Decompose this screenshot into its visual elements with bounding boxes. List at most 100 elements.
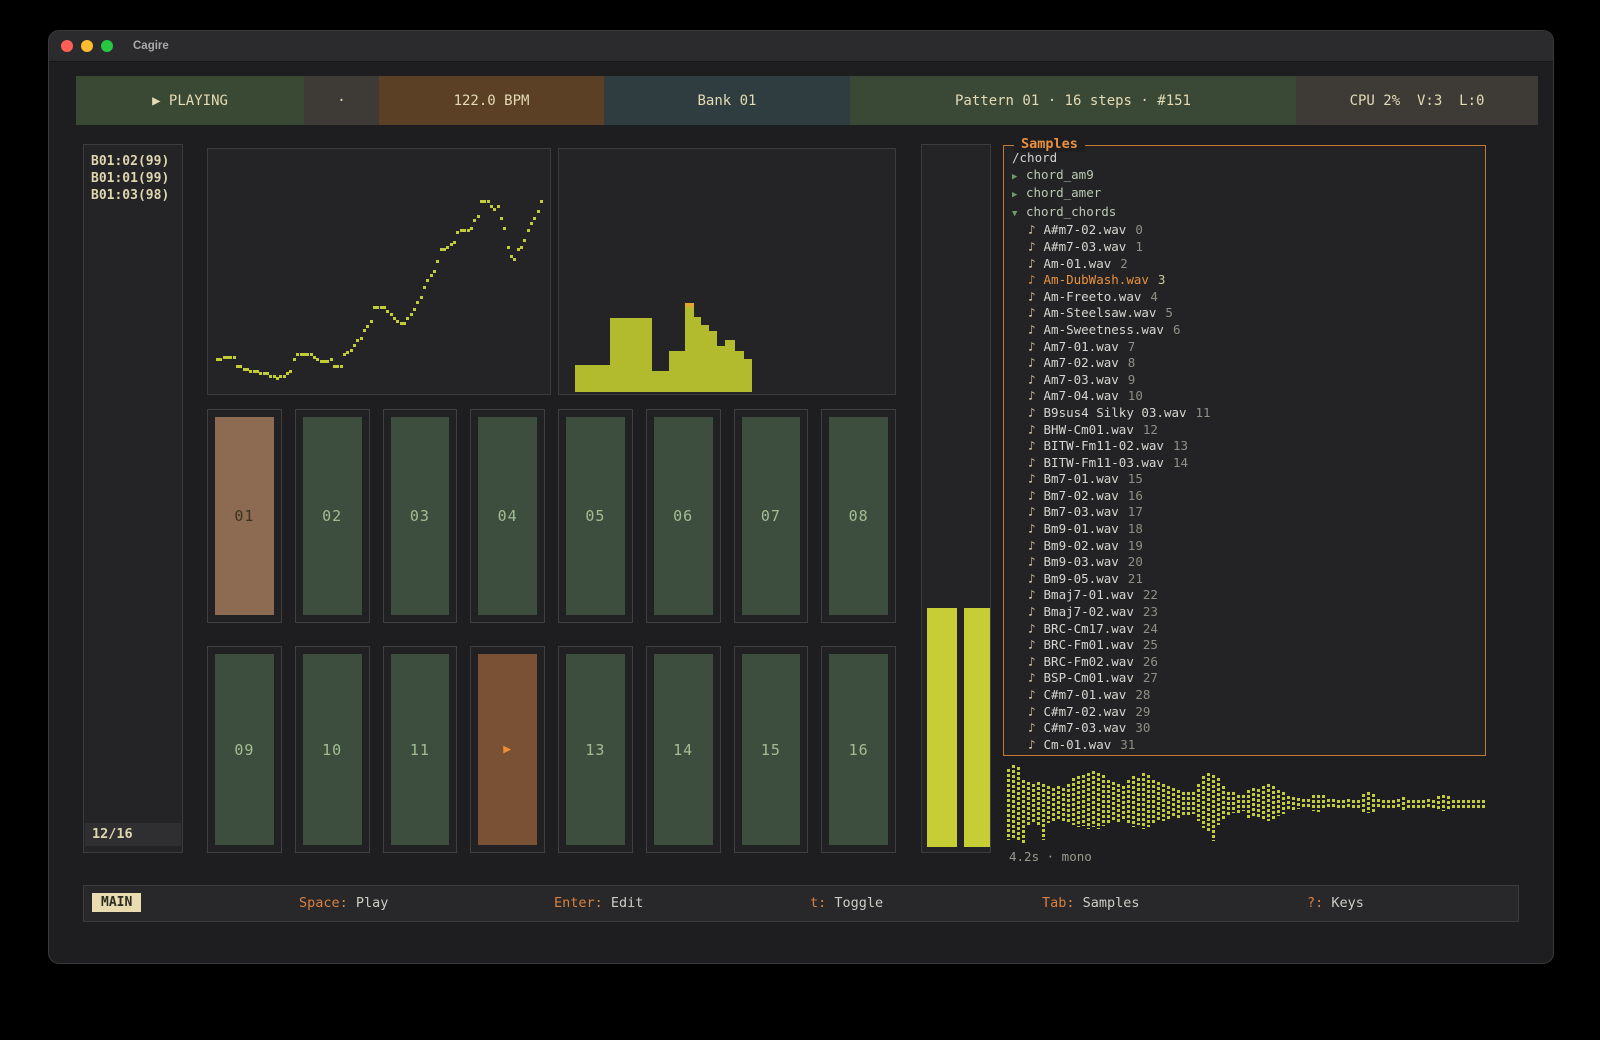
sample-file-row[interactable]: ♪Cm-01.wav31 <box>1004 737 1485 754</box>
pad-07[interactable]: 07 <box>734 409 809 623</box>
scatter-dot <box>430 274 433 277</box>
sample-file-row[interactable]: ♪BRC-Fm01.wav25 <box>1004 637 1485 654</box>
sample-file-row[interactable]: ♪BHW-Cm01.wav12 <box>1004 422 1485 439</box>
pad-10[interactable]: 10 <box>295 646 370 853</box>
histogram-bar <box>685 303 694 392</box>
samples-panel: Samples /chord ▶chord_am9▶chord_amer▼cho… <box>1003 145 1486 756</box>
sample-file-row[interactable]: ♪Bm7-03.wav17 <box>1004 504 1485 521</box>
waveform-column <box>1242 795 1245 811</box>
pad-11[interactable]: 11 <box>383 646 458 853</box>
music-note-icon: ♪ <box>1028 621 1036 636</box>
sample-file-row[interactable]: ♪Bm9-03.wav20 <box>1004 554 1485 571</box>
pad-14[interactable]: 14 <box>646 646 721 853</box>
pad-02[interactable]: 02 <box>295 409 370 623</box>
sample-file-row[interactable]: ♪Bm7-01.wav15 <box>1004 471 1485 488</box>
sample-folder-row[interactable]: ▼chord_chords <box>1004 204 1485 223</box>
sample-file-row[interactable]: ♪Am7-01.wav7 <box>1004 339 1485 356</box>
scatter-dot <box>487 200 490 203</box>
sample-file-row[interactable]: ♪Am-01.wav2 <box>1004 256 1485 273</box>
sample-file-row[interactable]: ♪Bmaj7-02.wav23 <box>1004 604 1485 621</box>
music-note-icon: ♪ <box>1028 289 1036 304</box>
zoom-button[interactable] <box>101 40 113 52</box>
chevron-down-icon: ▼ <box>1012 206 1026 223</box>
sample-file-row[interactable]: ♪A#m7-03.wav1 <box>1004 239 1485 256</box>
waveform-column <box>1422 800 1425 808</box>
pad-04[interactable]: 04 <box>470 409 545 623</box>
sample-file-row[interactable]: ♪Am-DubWash.wav3 <box>1004 272 1485 289</box>
waveform-column <box>1077 776 1080 827</box>
sample-file-row[interactable]: ♪BSP-Cm01.wav27 <box>1004 670 1485 687</box>
music-note-icon: ♪ <box>1028 504 1036 519</box>
waveform-column <box>1042 784 1045 840</box>
bpm-display[interactable]: 122.0 BPM <box>379 76 604 125</box>
sample-file-row[interactable]: ♪Bm9-05.wav21 <box>1004 571 1485 588</box>
sample-file-row[interactable]: ♪C#m7-03.wav30 <box>1004 720 1485 737</box>
sample-file-row[interactable]: ♪C#m7-02.wav29 <box>1004 704 1485 721</box>
close-button[interactable] <box>61 40 73 52</box>
pad-grid: 01 02030405060708 091011▶ 13 141516 <box>207 409 896 853</box>
scatter-dot <box>413 308 416 311</box>
histogram-bar <box>725 340 735 392</box>
sample-file-row[interactable]: ♪Bm7-02.wav16 <box>1004 488 1485 505</box>
shortcut-toggle: t: Toggle <box>810 895 883 911</box>
sample-file-row[interactable]: ♪Am-Steelsaw.wav5 <box>1004 305 1485 322</box>
pad-13[interactable]: 13 <box>558 646 633 853</box>
music-note-icon: ♪ <box>1028 654 1036 669</box>
sample-file-row[interactable]: ♪A#m7-02.wav0 <box>1004 222 1485 239</box>
window-title: Cagire <box>133 40 169 52</box>
pad-label: 13 <box>585 741 605 759</box>
sample-file-row[interactable]: ♪BITW-Fm11-03.wav14 <box>1004 455 1485 472</box>
waveform-column <box>1007 769 1010 840</box>
shortcut-action: Play <box>348 895 389 911</box>
sample-file-row[interactable]: ♪Am7-03.wav9 <box>1004 372 1485 389</box>
sample-file-row[interactable]: ♪BRC-Fm02.wav26 <box>1004 654 1485 671</box>
sample-file-row[interactable]: ♪Bm9-02.wav19 <box>1004 538 1485 555</box>
sample-file-row[interactable]: ♪Am7-04.wav10 <box>1004 388 1485 405</box>
music-note-icon: ♪ <box>1028 222 1036 237</box>
pad-15[interactable]: 15 <box>734 646 809 853</box>
sample-name: BSP-Cm01.wav <box>1044 670 1134 685</box>
pad-09[interactable]: 09 <box>207 646 282 853</box>
pad-03[interactable]: 03 <box>383 409 458 623</box>
pad-12[interactable]: ▶ <box>470 646 545 853</box>
sample-folder-row[interactable]: ▶chord_amer <box>1004 185 1485 204</box>
music-note-icon: ♪ <box>1028 571 1036 586</box>
sample-file-row[interactable]: ♪C#m7-01.wav28 <box>1004 687 1485 704</box>
sample-file-row[interactable]: ♪Bm9-01.wav18 <box>1004 521 1485 538</box>
sample-name: Bm9-01.wav <box>1044 521 1119 536</box>
waveform-column <box>1152 780 1155 823</box>
scatter-dot <box>390 313 393 316</box>
pad-surface: 05 <box>566 417 625 615</box>
pad-05[interactable]: 05 <box>558 409 633 623</box>
sample-file-row[interactable]: ♪BRC-Cm17.wav24 <box>1004 621 1485 638</box>
pad-16[interactable]: 16 <box>821 646 896 853</box>
sample-file-row[interactable]: ♪BITW-Fm11-02.wav13 <box>1004 438 1485 455</box>
transport-status[interactable]: ▶ PLAYING <box>76 76 304 125</box>
minimize-button[interactable] <box>81 40 93 52</box>
waveform-column <box>1252 788 1255 818</box>
scatter-dot <box>520 246 523 249</box>
sample-file-row[interactable]: ♪B9sus4 Silky 03.wav11 <box>1004 405 1485 422</box>
sample-index: 30 <box>1135 720 1150 735</box>
sample-file-row[interactable]: ♪Am-Sweetness.wav6 <box>1004 322 1485 339</box>
pattern-display[interactable]: Pattern 01 · 16 steps · #151 <box>850 76 1296 125</box>
pad-label: 01 <box>234 507 254 525</box>
music-note-icon: ♪ <box>1028 637 1036 652</box>
sample-folder-row[interactable]: ▶chord_am9 <box>1004 167 1485 186</box>
sample-name: A#m7-02.wav <box>1044 222 1127 237</box>
app-window: Cagire ▶ PLAYING · 122.0 BPM Bank 01 Pat… <box>48 30 1554 964</box>
shortcut-keys: ?: Keys <box>1307 895 1364 911</box>
sample-file-row[interactable]: ♪Bmaj7-01.wav22 <box>1004 587 1485 604</box>
pad-06[interactable]: 06 <box>646 409 721 623</box>
meter-panel <box>921 144 991 853</box>
pad-surface: 07 <box>742 417 801 615</box>
pad-01[interactable]: 01 <box>207 409 282 623</box>
pad-08[interactable]: 08 <box>821 409 896 623</box>
bank-display[interactable]: Bank 01 <box>604 76 850 125</box>
waveform-column <box>1012 765 1015 838</box>
sample-file-row[interactable]: ♪Am7-02.wav8 <box>1004 355 1485 372</box>
waveform-column <box>1282 792 1285 814</box>
waveform-column <box>1162 784 1165 821</box>
waveform-column <box>1432 800 1435 808</box>
sample-file-row[interactable]: ♪Am-Freeto.wav4 <box>1004 289 1485 306</box>
